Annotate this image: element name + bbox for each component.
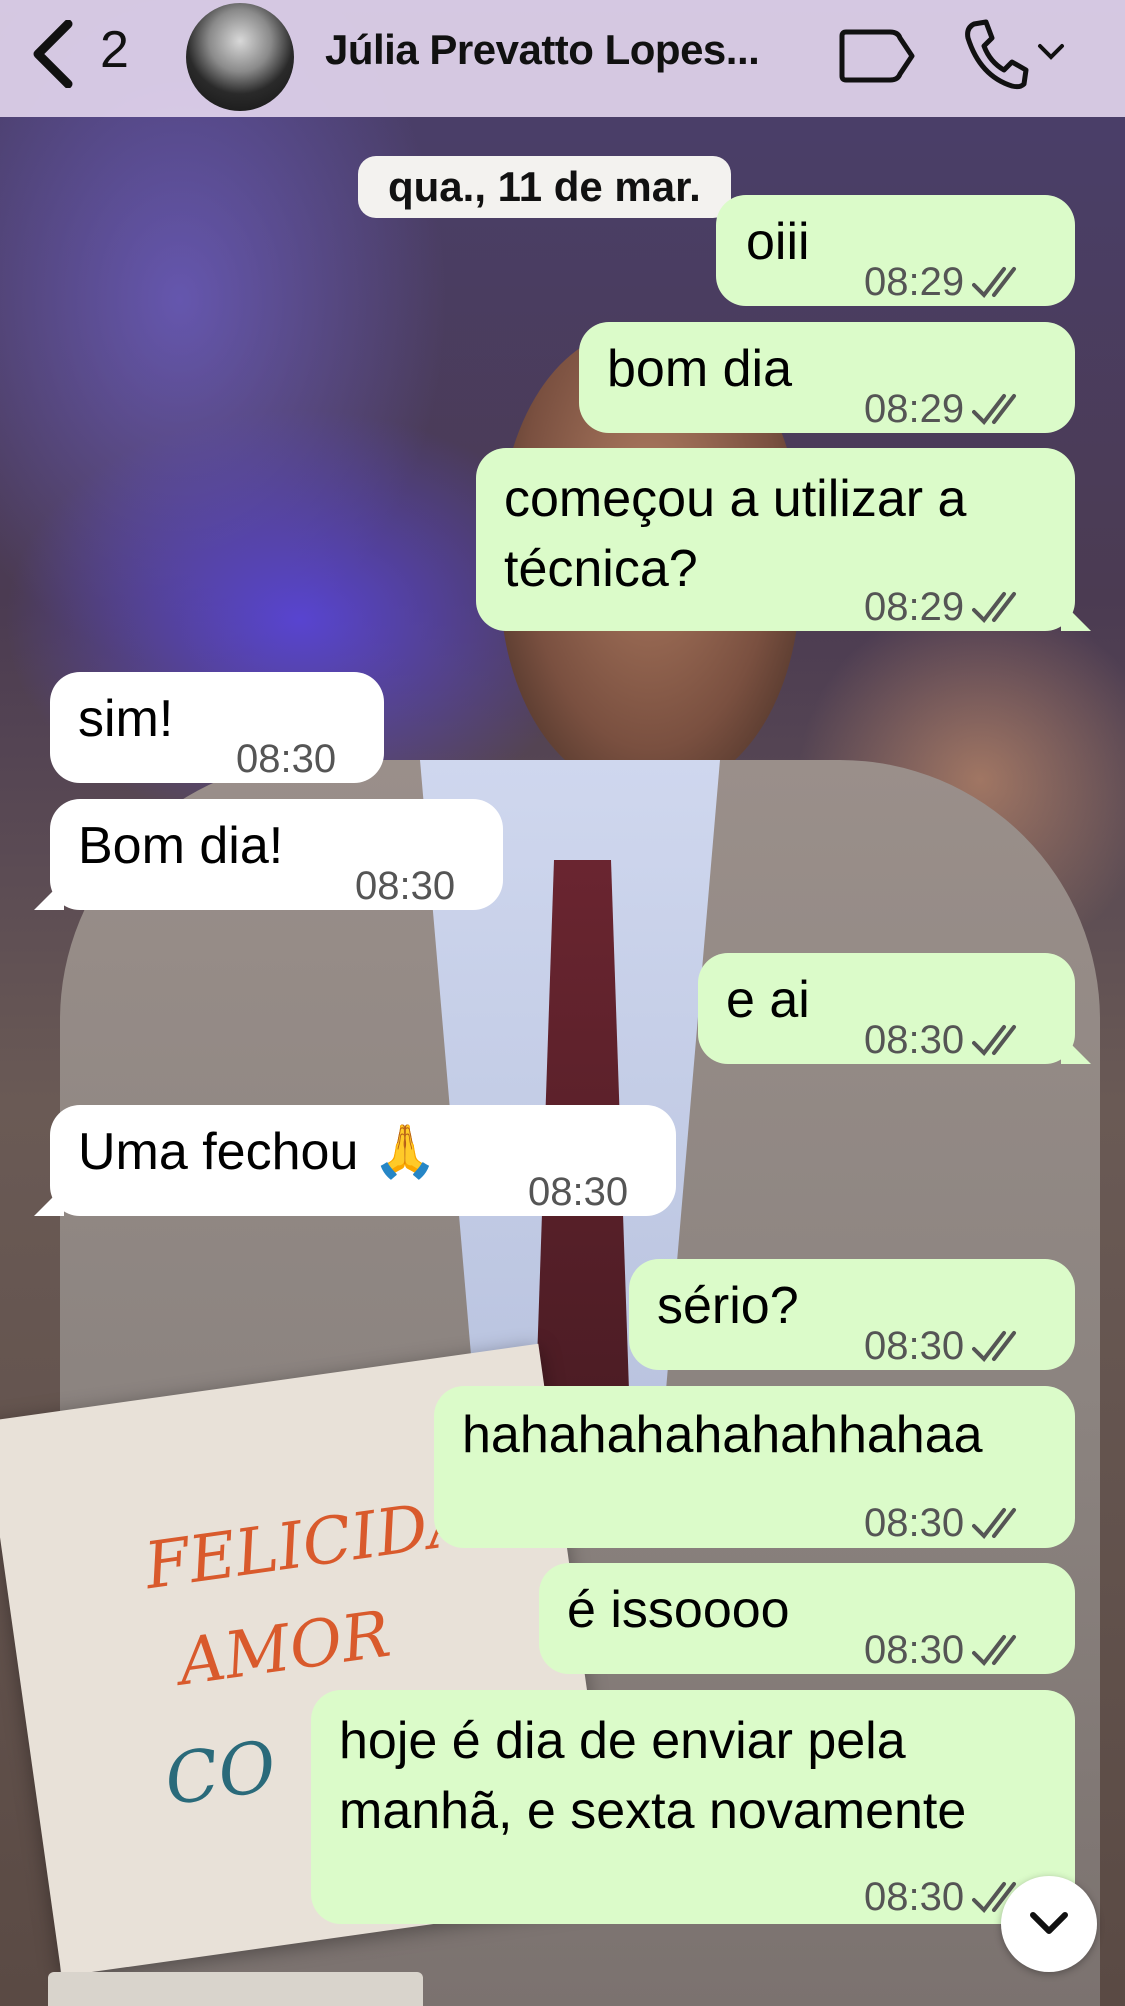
message-meta: 08:30	[864, 1488, 1030, 1558]
double-check-icon	[972, 592, 1017, 624]
message-outgoing[interactable]: hahahahahahahhahaa 08:30	[434, 1386, 1075, 1548]
message-text-line-2: técnica?	[504, 540, 698, 598]
back-button[interactable]	[22, 14, 82, 94]
message-time: 08:30	[528, 1170, 629, 1214]
scroll-to-bottom-button[interactable]	[1001, 1876, 1097, 1972]
double-check-icon	[972, 1025, 1017, 1057]
message-outgoing[interactable]: sério? 08:30	[629, 1259, 1075, 1370]
message-meta: 08:30	[355, 851, 455, 921]
message-text-line-2: manhã, e sexta novamente	[339, 1782, 967, 1840]
message-time: 08:30	[355, 864, 456, 908]
avatar[interactable]	[186, 3, 294, 111]
double-check-icon	[972, 1331, 1017, 1363]
message-text: hahahahahahahhahaa	[462, 1406, 983, 1464]
message-text-line-1: hoje é dia de enviar pela	[339, 1712, 906, 1770]
message-meta: 08:30	[236, 724, 336, 794]
message-time: 08:30	[864, 1018, 965, 1062]
message-meta: 08:30	[864, 1311, 1030, 1381]
voice-call-button[interactable]	[960, 10, 1070, 95]
message-outgoing[interactable]: e ai 08:30	[698, 953, 1091, 1064]
chevron-left-icon	[33, 20, 73, 88]
message-incoming[interactable]: Uma fechou 🙏 08:30	[34, 1105, 676, 1216]
message-time: 08:30	[864, 1501, 965, 1545]
sign-text-2: AMOR	[174, 1597, 395, 1701]
message-time: 08:30	[864, 1875, 965, 1919]
phone-icon	[965, 19, 1029, 90]
message-meta: 08:29	[864, 572, 1030, 642]
double-check-icon	[972, 394, 1017, 426]
message-meta: 08:30	[528, 1157, 628, 1227]
video-camera-icon	[839, 29, 915, 83]
message-text: sim!	[78, 690, 174, 748]
message-outgoing[interactable]: oiii 08:29	[716, 195, 1075, 306]
message-meta: 08:30	[864, 1615, 1030, 1685]
double-check-icon	[972, 1508, 1017, 1540]
message-time: 08:30	[236, 737, 337, 781]
message-text: Bom dia!	[78, 817, 284, 875]
message-outgoing[interactable]: hoje é dia de enviar pela manhã, e sexta…	[311, 1690, 1075, 1924]
message-text: Uma fechou 🙏	[78, 1123, 438, 1181]
contact-name[interactable]: Júlia Prevatto Lopes...	[325, 26, 760, 74]
double-check-icon	[972, 1635, 1017, 1667]
sign-text-3: CO	[159, 1724, 282, 1822]
message-outgoing[interactable]: bom dia 08:29	[579, 322, 1075, 433]
message-time: 08:29	[864, 260, 965, 304]
message-text: bom dia	[607, 340, 792, 398]
message-time: 08:29	[864, 387, 965, 431]
message-text: e ai	[726, 971, 810, 1029]
chat-header: 2 Júlia Prevatto Lopes...	[0, 0, 1125, 117]
date-separator: qua., 11 de mar.	[358, 156, 731, 218]
message-text: é issoooo	[567, 1581, 790, 1639]
message-text: sério?	[657, 1277, 799, 1335]
message-incoming[interactable]: Bom dia! 08:30	[34, 799, 503, 910]
message-time: 08:30	[864, 1324, 965, 1368]
partial-media-thumbnail[interactable]	[48, 1972, 423, 2006]
message-text-line-1: começou a utilizar a	[504, 470, 967, 528]
message-time: 08:29	[864, 585, 965, 629]
message-meta: 08:29	[864, 247, 1030, 317]
scroll-down-icon	[1030, 1912, 1068, 1934]
message-meta: 08:30	[864, 1005, 1030, 1075]
message-incoming[interactable]: sim! 08:30	[50, 672, 384, 783]
double-check-icon	[972, 267, 1017, 299]
message-meta: 08:29	[864, 374, 1030, 444]
message-outgoing[interactable]: começou a utilizar a técnica? 08:29	[476, 448, 1091, 631]
chevron-down-icon	[1038, 44, 1064, 60]
video-call-button[interactable]	[838, 18, 918, 88]
message-text: oiii	[746, 213, 810, 271]
message-outgoing[interactable]: é issoooo 08:30	[539, 1563, 1075, 1674]
unread-count: 2	[100, 21, 129, 79]
message-time: 08:30	[864, 1628, 965, 1672]
